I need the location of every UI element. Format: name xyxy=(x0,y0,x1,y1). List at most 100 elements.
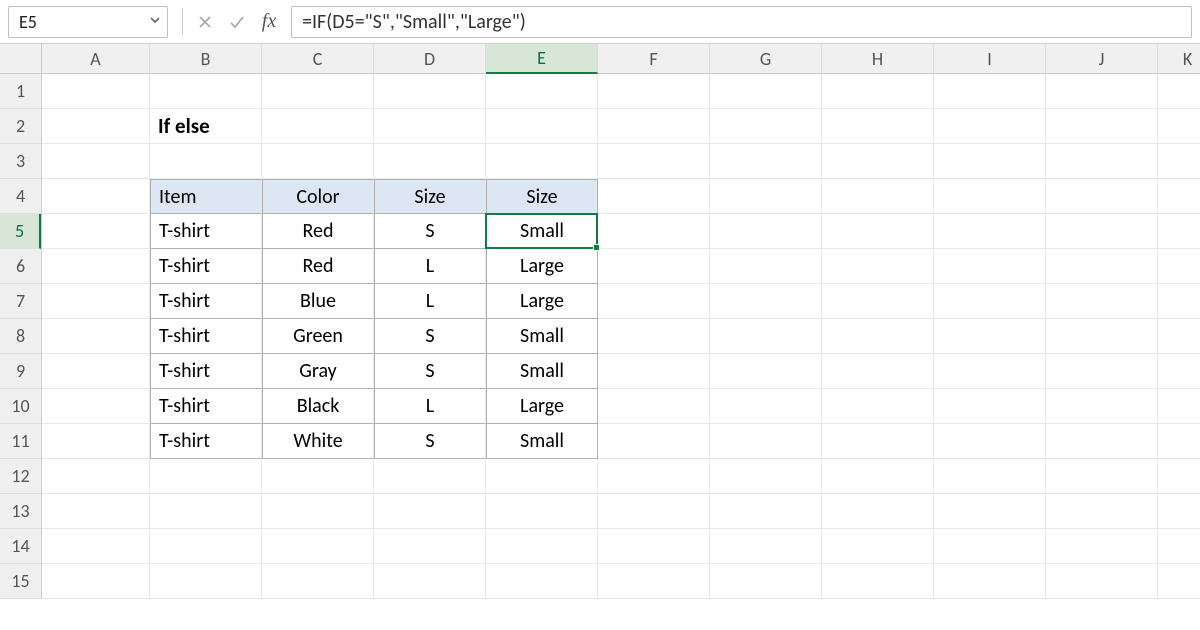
cell-I2[interactable] xyxy=(934,109,1046,144)
fx-icon[interactable]: fx xyxy=(255,8,283,36)
cell-D5[interactable]: S xyxy=(374,214,486,249)
cell-C15[interactable] xyxy=(262,564,374,599)
cell-A12[interactable] xyxy=(42,459,150,494)
cell-J4[interactable] xyxy=(1046,179,1158,214)
cell-E7[interactable]: Large xyxy=(486,284,598,319)
cell-E15[interactable] xyxy=(486,564,598,599)
cell-B8[interactable]: T-shirt xyxy=(150,319,262,354)
cell-A6[interactable] xyxy=(42,249,150,284)
cell-G2[interactable] xyxy=(710,109,822,144)
cell-J2[interactable] xyxy=(1046,109,1158,144)
cell-I3[interactable] xyxy=(934,144,1046,179)
col-header-D[interactable]: D xyxy=(374,44,486,74)
cell-H3[interactable] xyxy=(822,144,934,179)
cell-F12[interactable] xyxy=(598,459,710,494)
cell-K12[interactable] xyxy=(1158,459,1200,494)
cell-K2[interactable] xyxy=(1158,109,1200,144)
cell-E1[interactable] xyxy=(486,74,598,109)
cell-J3[interactable] xyxy=(1046,144,1158,179)
cell-D15[interactable] xyxy=(374,564,486,599)
cell-F14[interactable] xyxy=(598,529,710,564)
cell-B1[interactable] xyxy=(150,74,262,109)
row-header-5[interactable]: 5 xyxy=(0,214,41,249)
cell-D1[interactable] xyxy=(374,74,486,109)
row-header-2[interactable]: 2 xyxy=(0,109,41,144)
cell-G8[interactable] xyxy=(710,319,822,354)
cell-C9[interactable]: Gray xyxy=(262,354,374,389)
cell-H2[interactable] xyxy=(822,109,934,144)
col-header-B[interactable]: B xyxy=(150,44,262,74)
cell-B10[interactable]: T-shirt xyxy=(150,389,262,424)
enter-check-icon[interactable] xyxy=(223,8,251,36)
cell-E12[interactable] xyxy=(486,459,598,494)
cell-G14[interactable] xyxy=(710,529,822,564)
cell-B13[interactable] xyxy=(150,494,262,529)
cell-E11[interactable]: Small xyxy=(486,424,598,459)
row-header-7[interactable]: 7 xyxy=(0,284,41,319)
cell-A5[interactable] xyxy=(42,214,150,249)
cell-J13[interactable] xyxy=(1046,494,1158,529)
cell-A9[interactable] xyxy=(42,354,150,389)
cell-B7[interactable]: T-shirt xyxy=(150,284,262,319)
cell-D2[interactable] xyxy=(374,109,486,144)
cell-A3[interactable] xyxy=(42,144,150,179)
cell-H11[interactable] xyxy=(822,424,934,459)
cell-A1[interactable] xyxy=(42,74,150,109)
cell-H10[interactable] xyxy=(822,389,934,424)
cell-J12[interactable] xyxy=(1046,459,1158,494)
cell-K10[interactable] xyxy=(1158,389,1200,424)
cell-I6[interactable] xyxy=(934,249,1046,284)
cell-I4[interactable] xyxy=(934,179,1046,214)
cell-K3[interactable] xyxy=(1158,144,1200,179)
cell-C12[interactable] xyxy=(262,459,374,494)
cell-A15[interactable] xyxy=(42,564,150,599)
cell-A11[interactable] xyxy=(42,424,150,459)
cell-J6[interactable] xyxy=(1046,249,1158,284)
cell-C1[interactable] xyxy=(262,74,374,109)
cell-H9[interactable] xyxy=(822,354,934,389)
row-header-9[interactable]: 9 xyxy=(0,354,41,389)
cell-F9[interactable] xyxy=(598,354,710,389)
cell-J1[interactable] xyxy=(1046,74,1158,109)
cell-A13[interactable] xyxy=(42,494,150,529)
cell-G15[interactable] xyxy=(710,564,822,599)
cell-D6[interactable]: L xyxy=(374,249,486,284)
col-header-G[interactable]: G xyxy=(710,44,822,74)
cell-F2[interactable] xyxy=(598,109,710,144)
cell-H5[interactable] xyxy=(822,214,934,249)
cell-E5[interactable]: Small xyxy=(486,214,598,249)
col-header-E[interactable]: E xyxy=(486,44,598,74)
cell-J9[interactable] xyxy=(1046,354,1158,389)
cell-A2[interactable] xyxy=(42,109,150,144)
cell-G3[interactable] xyxy=(710,144,822,179)
cell-F13[interactable] xyxy=(598,494,710,529)
cell-F3[interactable] xyxy=(598,144,710,179)
cell-C8[interactable]: Green xyxy=(262,319,374,354)
cell-F1[interactable] xyxy=(598,74,710,109)
cell-C10[interactable]: Black xyxy=(262,389,374,424)
cell-J5[interactable] xyxy=(1046,214,1158,249)
cell-E2[interactable] xyxy=(486,109,598,144)
cell-G6[interactable] xyxy=(710,249,822,284)
cell-K1[interactable] xyxy=(1158,74,1200,109)
formula-input[interactable]: =IF(D5="S","Small","Large") xyxy=(291,6,1192,38)
cell-B4[interactable]: Item xyxy=(150,179,262,214)
cell-K13[interactable] xyxy=(1158,494,1200,529)
cell-G9[interactable] xyxy=(710,354,822,389)
cell-D14[interactable] xyxy=(374,529,486,564)
cell-A14[interactable] xyxy=(42,529,150,564)
cell-H12[interactable] xyxy=(822,459,934,494)
cell-G10[interactable] xyxy=(710,389,822,424)
cell-D8[interactable]: S xyxy=(374,319,486,354)
cell-I14[interactable] xyxy=(934,529,1046,564)
cell-H8[interactable] xyxy=(822,319,934,354)
select-all-corner[interactable] xyxy=(0,44,42,74)
cell-D9[interactable]: S xyxy=(374,354,486,389)
col-header-J[interactable]: J xyxy=(1046,44,1158,74)
col-header-H[interactable]: H xyxy=(822,44,934,74)
row-header-13[interactable]: 13 xyxy=(0,494,41,529)
cell-J15[interactable] xyxy=(1046,564,1158,599)
cell-E14[interactable] xyxy=(486,529,598,564)
cell-B3[interactable] xyxy=(150,144,262,179)
cell-H14[interactable] xyxy=(822,529,934,564)
